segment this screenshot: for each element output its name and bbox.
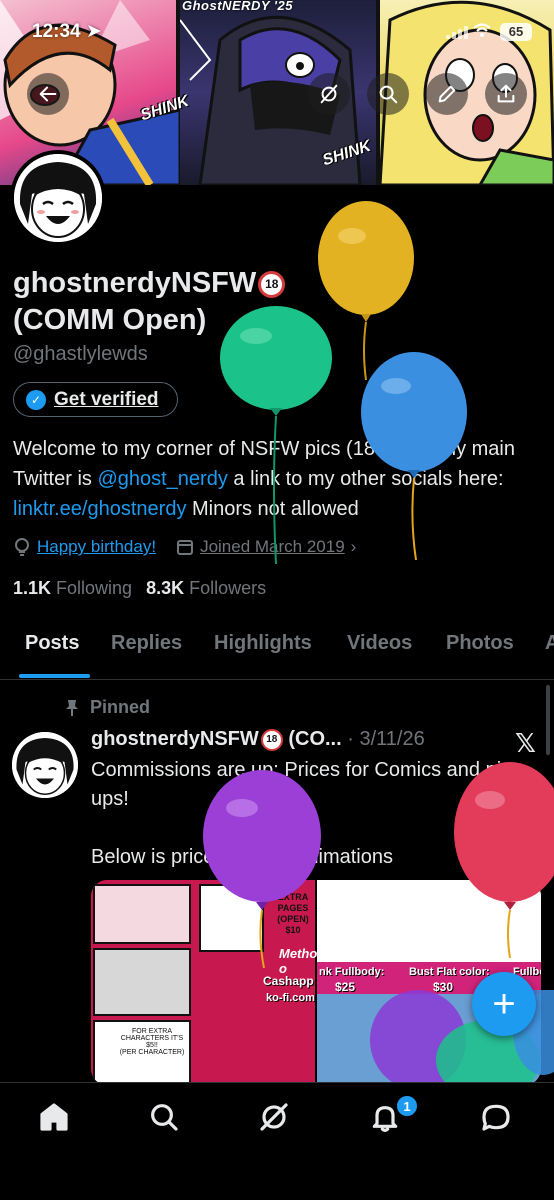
compose-post-button[interactable]: + <box>472 972 536 1036</box>
cellular-signal-icon <box>446 25 468 39</box>
nav-messages[interactable] <box>480 1101 516 1137</box>
post-author-name[interactable]: ghostnerdyNSFW <box>91 728 259 750</box>
display-name-suffix: (COMM Open) <box>13 304 207 336</box>
status-bar: 12:34 ➤ 65 <box>0 20 554 48</box>
grok-icon <box>260 1103 288 1131</box>
edit-button[interactable] <box>426 73 468 115</box>
post-date[interactable]: · 3/11/26 <box>347 728 424 750</box>
cashapp-text: Cashapp <box>263 974 314 988</box>
birthday-link[interactable]: Happy birthday! <box>37 537 156 557</box>
nav-search[interactable] <box>148 1101 184 1137</box>
post-author-suffix: (CO... <box>288 728 342 750</box>
kofi-text: ko-fi.com <box>266 992 315 1004</box>
pinned-label: Pinned <box>64 697 150 718</box>
share-button[interactable] <box>485 73 527 115</box>
scrollbar[interactable] <box>546 685 550 755</box>
arrow-left-icon <box>39 86 57 102</box>
search-icon <box>379 85 398 104</box>
verified-badge-icon: ✓ <box>26 389 46 410</box>
comic-panel <box>93 948 191 1016</box>
pencil-icon <box>438 85 456 103</box>
profile-handle: @ghastlylewds <box>13 343 148 365</box>
tab-photos[interactable]: Photos <box>446 632 514 655</box>
follow-stats: 1.1K Following 8.3K Followers <box>13 578 266 599</box>
get-verified-button[interactable]: ✓ Get verified <box>13 382 178 417</box>
share-icon <box>497 84 515 103</box>
tab-videos[interactable]: Videos <box>347 632 412 655</box>
active-tab-indicator <box>19 674 90 678</box>
grok-button[interactable] <box>308 73 350 115</box>
following-link[interactable]: 1.1K Following <box>13 578 132 598</box>
lightbulb-icon <box>15 538 29 556</box>
status-time: 12:34 ➤ <box>32 21 102 42</box>
nav-home[interactable] <box>38 1101 74 1137</box>
followers-label: Followers <box>189 578 267 598</box>
bust-flat-text: Bust Flat color: <box>409 966 490 978</box>
tab-posts[interactable]: Posts <box>25 632 79 655</box>
post-avatar[interactable] <box>12 732 78 798</box>
adult-content-badge: 18 <box>258 270 286 298</box>
bottom-navigation: 1 <box>0 1082 554 1200</box>
grok-icon <box>320 84 338 104</box>
followers-count: 8.3K <box>146 578 185 598</box>
bio-mention-link[interactable]: @ghost_nerdy <box>97 468 227 490</box>
banner-signature: GhostNERDY '25 <box>182 0 293 13</box>
following-count: 1.1K <box>13 578 52 598</box>
profile-tabs: Posts Replies Highlights Videos Photos A <box>0 612 554 680</box>
home-icon <box>40 1103 68 1131</box>
birthday-balloon-purple <box>203 770 321 968</box>
get-verified-label: Get verified <box>54 388 159 410</box>
pinned-text: Pinned <box>90 697 151 717</box>
calendar-icon <box>177 540 194 555</box>
back-button[interactable] <box>27 73 69 115</box>
location-arrow-icon: ➤ <box>85 21 102 42</box>
display-name: ghostnerdyNSFW <box>13 267 257 299</box>
x-logo-icon[interactable]: 𝕏 <box>515 728 536 759</box>
ink-price-text: $25 <box>335 980 356 994</box>
battery-indicator: 65 <box>500 23 532 41</box>
chevron-right-icon: › <box>350 537 357 556</box>
search-icon <box>151 1104 178 1131</box>
birthday-balloon-blue <box>361 352 467 560</box>
following-label: Following <box>56 578 133 598</box>
followers-link[interactable]: 8.3K Followers <box>146 578 266 598</box>
tab-articles[interactable]: A <box>545 632 554 655</box>
wifi-icon <box>472 22 492 43</box>
post-header: ghostnerdyNSFW 18 (CO... · 3/11/26 <box>91 728 425 751</box>
ink-fullbody-text: nk Fullbody: <box>319 966 385 978</box>
tab-highlights[interactable]: Highlights <box>214 632 312 655</box>
notification-count-badge: 1 <box>396 1095 418 1117</box>
adult-content-badge: 18 <box>260 728 283 751</box>
comic-panel <box>93 884 191 944</box>
nav-grok[interactable] <box>258 1101 294 1137</box>
pin-icon <box>66 699 78 716</box>
avatar-image <box>12 732 78 798</box>
profile-avatar[interactable] <box>10 150 106 246</box>
search-button[interactable] <box>367 73 409 115</box>
birthday-balloon-red <box>454 762 554 958</box>
avatar-image <box>14 154 102 242</box>
message-bubble-icon <box>482 1104 510 1131</box>
tab-replies[interactable]: Replies <box>111 632 182 655</box>
extra-characters-text: FOR EXTRA CHARACTERS IT'S $5!! (PER CHARA… <box>119 1028 185 1056</box>
birthday-balloon-green <box>220 306 332 564</box>
bio-url-link[interactable]: linktr.ee/ghostnerdy <box>13 498 186 520</box>
